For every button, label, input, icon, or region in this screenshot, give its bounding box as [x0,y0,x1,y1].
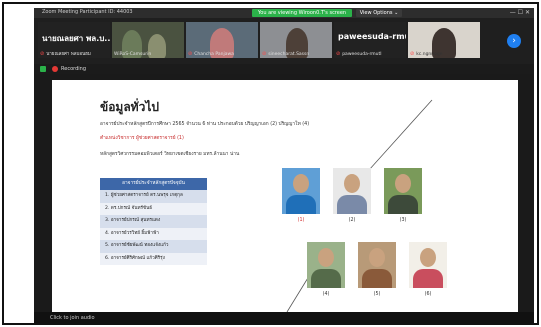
shared-slide: ข้อมูลทั่วไป อาจารย์ประจำหลักสูตรปีการศึ… [52,80,518,312]
staff-table-body: 1. ผู้ช่วยศาสตราจารย์ ดร.นพรุจ เกตุกุล 2… [100,190,207,265]
staff-table: อาจารย์ประจำหลักสูตรปัจจุบัน 1. ผู้ช่วยศ… [100,178,207,265]
participant-name: paweesuda-rmutl [338,32,406,41]
staff-photo [307,242,345,288]
muted-mic-icon: ⊘ [40,51,45,57]
zoom-meeting-window: Zoom Meeting Participant ID: 44003 You a… [34,8,534,323]
staff-row: 5. อาจารย์ชัยพัฒน์ ทองแจ้งแก้ว [100,240,207,253]
photo-caption: (2) [348,218,356,223]
photo-caption: (6) [424,292,432,297]
slide-text-line: หลักสูตรวิศวกรรมคอมพิวเตอร์ วิทยาเขตเชีย… [100,152,240,157]
window-controls[interactable]: — ☐ ✕ [510,9,530,16]
staff-row: 1. ผู้ช่วยศาสตราจารย์ ดร.นพรุจ เกตุกุล [100,190,207,203]
photo-caption: (1) [297,218,305,223]
muted-mic-icon: ⊘ [410,51,415,57]
staff-photo [282,168,320,214]
participant-label: ⊘ paweesuda-rmutl [336,51,382,57]
photo-caption: (3) [399,218,407,223]
staff-photo [384,168,422,214]
participant-thumb[interactable]: WiRoS-Camsurin [112,22,184,58]
participant-label: ⊘ kc.ngnnoge [410,51,443,57]
join-audio-button[interactable]: Click to join audio [50,315,95,321]
view-options-button[interactable]: View Options ⌄ [356,9,402,17]
participant-label: ⊘ นายณลยศา พลบอนฮม [40,51,91,57]
participant-label: ⊘ Chancha Panjawa [188,51,234,57]
participant-thumb[interactable]: paweesuda-rmutl ⊘paweesuda-rmutl [334,22,406,58]
window-title: Zoom Meeting Participant ID: 44003 [42,9,133,15]
staff-photo [358,242,396,288]
title-bar: Zoom Meeting Participant ID: 44003 You a… [34,8,534,18]
slide-text-line: ตำแหน่งวิชาการ ผู้ช่วยศาสตราจารย์ (1) [100,136,184,141]
staff-row: 3. อาจารย์ปกรณ์ สุนทรแดง [100,215,207,228]
screenshot-frame: Zoom Meeting Participant ID: 44003 You a… [2,2,539,325]
participant-thumb[interactable]: ⊘ kc.ngnnoge [408,22,480,58]
photo-caption: (4) [322,292,330,297]
slide-title: ข้อมูลทั่วไป [100,100,159,114]
participant-label: WiRoS-Camsurin [114,52,152,57]
participant-name: นายณลยศา พล.บ... [42,34,110,43]
participant-label: ⊘ sineecharat.Sassn [262,51,310,57]
muted-mic-icon: ⊘ [262,51,267,57]
photo-caption: (5) [373,292,381,297]
muted-mic-icon: ⊘ [188,51,193,57]
staff-row: 4. อาจารย์วรวิทย์ ยิ้มฟ้าฟ้า [100,227,207,240]
recording-label: Recording [61,66,87,72]
chevron-right-icon: › [512,36,516,46]
staff-row: 2. ดร.ปกรณ์ จันทร์ขันธ์ [100,202,207,215]
staff-row: 6. อาจารย์ศิริศักษณ์ แก้วศิริรุ่ง [100,252,207,265]
encryption-shield-icon [40,66,46,72]
participant-thumb[interactable]: นายณลยศา พล.บ... ⊘ นายณลยศา พลบอนฮม [38,22,110,58]
participant-strip: นายณลยศา พล.บ... ⊘ นายณลยศา พลบอนฮม WiRoS… [34,18,534,64]
slide-text-line: อาจารย์ประจำหลักสูตรปีการศึกษา 2565 จำนว… [100,122,310,127]
screen-sharing-banner: You are viewing Wiroon0.T's screen [252,9,352,17]
staff-photo [333,168,371,214]
participant-thumb[interactable]: ⊘ Chancha Panjawa [186,22,258,58]
meeting-bottom-bar: Click to join audio [34,312,534,323]
recording-dot-icon [52,66,58,72]
participant-thumb[interactable]: ⊘ sineecharat.Sassn [260,22,332,58]
next-participants-button[interactable]: › [507,34,521,48]
staff-table-header: อาจารย์ประจำหลักสูตรปัจจุบัน [100,178,207,190]
muted-mic-icon: ⊘ [336,51,341,57]
staff-photo [409,242,447,288]
status-bar: Recording [34,64,534,74]
